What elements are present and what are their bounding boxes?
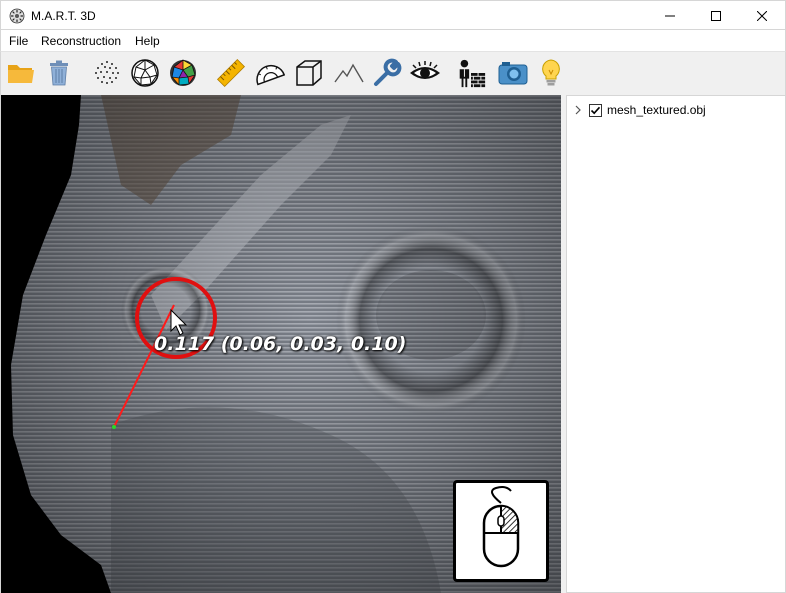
chevron-right-icon[interactable] — [573, 105, 583, 115]
bounding-box-button[interactable] — [293, 57, 325, 89]
open-button[interactable] — [5, 57, 37, 89]
close-icon — [757, 10, 767, 21]
maximize-button[interactable] — [693, 1, 739, 30]
menu-help[interactable]: Help — [135, 34, 160, 48]
mouse-cursor-icon — [170, 308, 188, 336]
colored-mesh-icon — [170, 59, 196, 86]
terrain-button[interactable] — [333, 57, 365, 89]
measure-angle-button[interactable] — [253, 57, 285, 89]
mouse-hint-panel — [453, 480, 549, 582]
lightbulb-icon — [542, 59, 560, 86]
textured-mesh-button[interactable] — [167, 57, 199, 89]
3d-viewport[interactable]: 0.117 (0.06, 0.03, 0.10) — [0, 95, 561, 593]
title-bar: M.A.R.T. 3D — [0, 0, 786, 30]
menu-bar: File Reconstruction Help — [0, 30, 786, 51]
view-button[interactable] — [409, 57, 441, 89]
minimize-icon — [665, 15, 675, 16]
menu-reconstruction[interactable]: Reconstruction — [41, 34, 121, 48]
measurement-line — [113, 304, 175, 428]
measurement-label: 0.117 (0.06, 0.03, 0.10) — [154, 333, 407, 355]
point-cloud-icon — [95, 61, 119, 84]
visibility-checkbox[interactable] — [589, 103, 602, 117]
maximize-icon — [711, 10, 721, 21]
ruler-icon — [216, 58, 246, 88]
terrain-icon — [334, 63, 364, 83]
eye-icon — [410, 61, 440, 79]
settings-button[interactable] — [371, 57, 403, 89]
tree-item-mesh[interactable]: mesh_textured.obj — [573, 101, 706, 119]
protractor-icon — [256, 64, 285, 86]
wireframe-button[interactable] — [129, 57, 161, 89]
open-folder-icon — [8, 65, 34, 83]
trash-icon — [50, 60, 68, 86]
toolbar — [0, 51, 786, 95]
point-cloud-button[interactable] — [91, 57, 123, 89]
screenshot-button[interactable] — [497, 57, 529, 89]
app-icon — [9, 8, 25, 24]
construction-worker-icon — [459, 59, 486, 88]
delete-button[interactable] — [43, 57, 75, 89]
reconstruction-button[interactable] — [455, 57, 487, 89]
tree-item-label: mesh_textured.obj — [607, 103, 706, 117]
menu-file[interactable]: File — [9, 34, 28, 48]
measurement-start-point — [112, 425, 116, 429]
mouse-right-click-icon — [482, 486, 520, 568]
minimize-button[interactable] — [647, 1, 693, 30]
window-title: M.A.R.T. 3D — [31, 9, 96, 23]
wrench-icon — [374, 58, 402, 86]
hints-button[interactable] — [535, 57, 567, 89]
measure-distance-button[interactable] — [215, 57, 247, 89]
close-button[interactable] — [739, 1, 785, 30]
wireframe-mesh-icon — [131, 59, 159, 87]
cube-icon — [296, 60, 322, 86]
scene-tree-panel: mesh_textured.obj — [566, 95, 786, 593]
camera-icon — [498, 62, 528, 85]
